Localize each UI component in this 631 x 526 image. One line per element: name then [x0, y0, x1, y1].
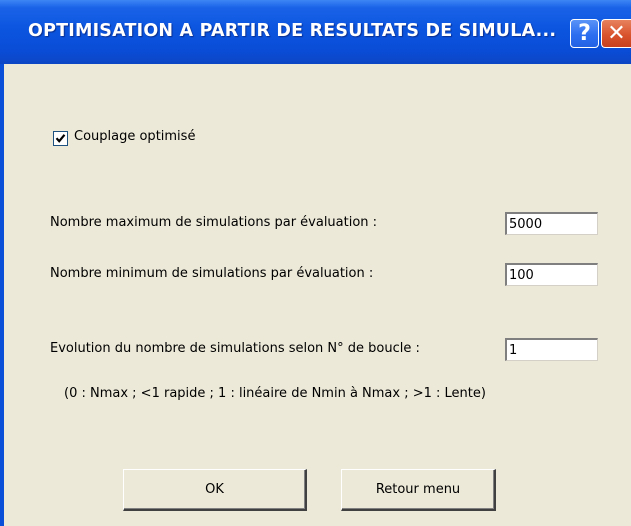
ok-button[interactable]: OK [123, 469, 307, 511]
max-simulations-input[interactable]: 5000 [505, 212, 598, 235]
help-button[interactable]: ? [570, 19, 599, 48]
close-icon: ✕ [607, 21, 626, 46]
evolution-label: Evolution du nombre de simulations selon… [50, 341, 420, 356]
evolution-input[interactable]: 1 [505, 338, 598, 361]
evolution-hint: (0 : Nmax ; <1 rapide ; 1 : linéaire de … [64, 386, 486, 401]
max-simulations-label: Nombre maximum de simulations par évalua… [50, 215, 378, 230]
help-icon: ? [578, 21, 591, 46]
window-title: OPTIMISATION A PARTIR DE RESULTATS DE SI… [28, 21, 557, 41]
coupling-label: Couplage optimisé [74, 129, 196, 144]
back-to-menu-button[interactable]: Retour menu [341, 469, 496, 511]
min-simulations-input[interactable]: 100 [505, 263, 598, 286]
title-bar[interactable]: OPTIMISATION A PARTIR DE RESULTATS DE SI… [0, 0, 631, 64]
dialog-window: OPTIMISATION A PARTIR DE RESULTATS DE SI… [0, 0, 631, 526]
coupling-checkbox[interactable] [53, 131, 68, 146]
min-simulations-label: Nombre minimum de simulations par évalua… [50, 266, 374, 281]
checkmark-icon [55, 134, 66, 143]
close-button[interactable]: ✕ [601, 19, 631, 48]
